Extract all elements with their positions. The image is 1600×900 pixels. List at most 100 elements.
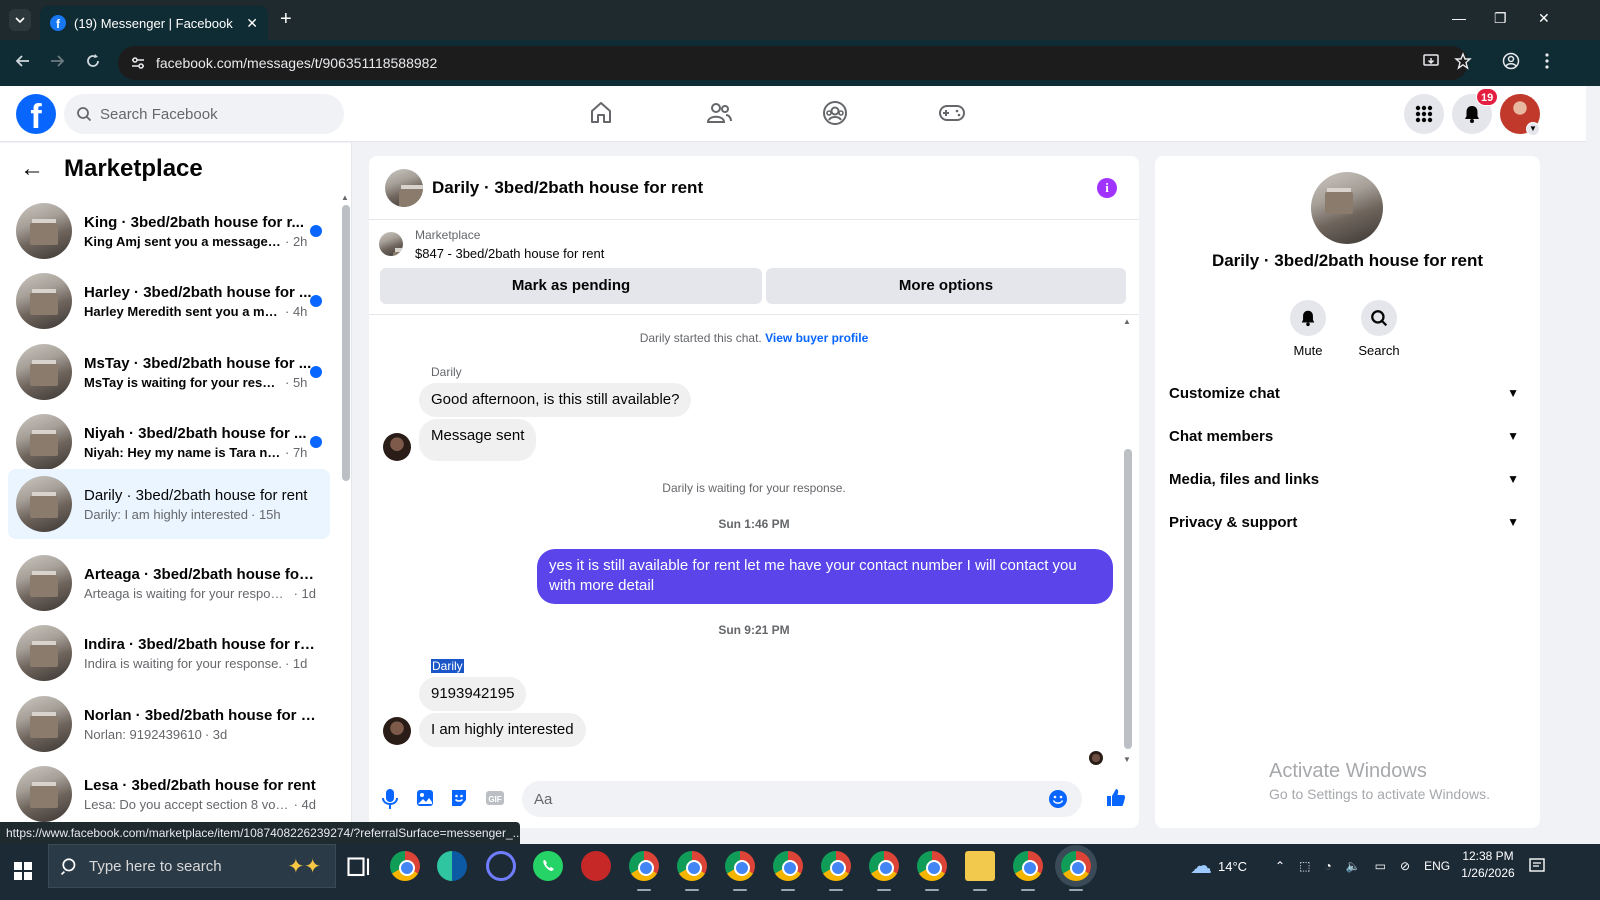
battery-icon[interactable]: ▭ [1375, 859, 1386, 873]
chrome-window-icon[interactable] [773, 851, 803, 891]
site-settings-icon[interactable] [130, 55, 146, 71]
sender-avatar[interactable] [383, 717, 411, 745]
back-arrow-icon[interactable] [14, 52, 32, 70]
thumbs-up-icon[interactable] [1105, 786, 1127, 808]
edge-icon[interactable] [437, 851, 467, 881]
scroll-down-arrow-icon[interactable]: ▼ [1123, 755, 1131, 764]
notification-center-icon[interactable] [1528, 857, 1546, 875]
temperature[interactable]: 14°C [1218, 859, 1247, 874]
forward-arrow-icon[interactable] [48, 52, 66, 70]
chat-members-section[interactable]: Chat members ▼ [1169, 418, 1525, 454]
install-app-icon[interactable] [1422, 52, 1440, 70]
facebook-search-input[interactable] [100, 105, 320, 123]
friends-icon[interactable] [706, 100, 732, 126]
facebook-search[interactable] [64, 94, 344, 134]
chrome-window-icon[interactable] [869, 851, 899, 891]
profile-icon[interactable] [1502, 52, 1520, 70]
conversation-item[interactable]: Lesa · 3bed/2bath house for rent Lesa: D… [8, 759, 330, 829]
conversation-item-active[interactable]: Darily · 3bed/2bath house for rent Daril… [8, 469, 330, 539]
chrome-window-icon[interactable] [725, 851, 755, 891]
outgoing-message[interactable]: yes it is still available for rent let m… [537, 549, 1113, 604]
weather-cloud-icon[interactable]: ☁ [1190, 853, 1212, 879]
mute-button[interactable]: Mute [1273, 300, 1343, 358]
marketplace-listing-card[interactable]: Marketplace $847 - 3bed/2bath house for … [379, 228, 604, 261]
chrome-profile-icon[interactable] [390, 851, 420, 881]
gaming-icon[interactable] [938, 100, 966, 126]
chrome-window-icon[interactable] [917, 851, 947, 891]
browser-tab-messenger[interactable]: f (19) Messenger | Facebook ✕ [40, 6, 268, 40]
sidebar-scrollbar[interactable] [342, 205, 350, 481]
show-hidden-icons-icon[interactable]: ⌃ [1275, 859, 1285, 873]
incoming-message[interactable]: 9193942195 [419, 677, 527, 711]
bookmark-star-icon[interactable] [1454, 52, 1472, 70]
sender-avatar[interactable] [383, 433, 411, 461]
chat-info-avatar[interactable] [1311, 172, 1383, 244]
search-in-chat-button[interactable]: Search [1344, 300, 1414, 358]
incoming-message[interactable]: Good afternoon, is this still available? [419, 383, 692, 417]
conversation-item[interactable]: MsTay · 3bed/2bath house for ... MsTay i… [8, 337, 330, 407]
network-icon[interactable]: ◔ [1324, 859, 1331, 873]
windows-start-icon[interactable] [14, 862, 32, 880]
wpm-app-icon[interactable] [581, 851, 611, 881]
conversation-item[interactable]: Indira · 3bed/2bath house for rent Indir… [8, 618, 330, 688]
chrome-window-icon[interactable] [629, 851, 659, 891]
tab-search-button[interactable] [9, 9, 31, 31]
gif-icon[interactable]: GIF [485, 788, 505, 808]
photo-icon[interactable] [415, 788, 435, 808]
browser-menu-icon[interactable] [1540, 52, 1554, 70]
chat-title[interactable]: Darily · 3bed/2bath house for rent [432, 178, 703, 198]
whatsapp-icon[interactable] [533, 851, 563, 881]
chrome-window-icon[interactable] [1013, 851, 1043, 891]
facebook-logo[interactable]: f [16, 94, 56, 134]
more-options-button[interactable]: More options [766, 268, 1126, 304]
incoming-message[interactable]: I am highly interested [419, 713, 586, 747]
close-window-button[interactable]: ✕ [1538, 10, 1550, 27]
groups-icon[interactable] [822, 100, 848, 126]
page-scrollbar[interactable] [1586, 86, 1600, 844]
language-indicator[interactable]: ENG [1424, 859, 1450, 873]
view-buyer-profile-link[interactable]: View buyer profile [765, 331, 868, 345]
address-bar[interactable]: facebook.com/messages/t/906351118588982 [118, 46, 1468, 80]
microphone-icon[interactable] [381, 788, 399, 810]
chrome-window-active-icon[interactable] [1061, 851, 1091, 891]
mute-mic-icon[interactable]: ⊘ [1400, 859, 1410, 873]
chat-scrollbar[interactable] [1124, 449, 1132, 749]
minimize-button[interactable]: — [1452, 10, 1466, 26]
chrome-window-icon[interactable] [677, 851, 707, 891]
focus-app-icon[interactable] [486, 851, 516, 881]
message-input-box[interactable] [522, 781, 1082, 817]
mark-as-pending-button[interactable]: Mark as pending [380, 268, 762, 304]
home-icon[interactable] [588, 100, 614, 126]
restore-button[interactable]: ❐ [1494, 10, 1507, 27]
chat-avatar[interactable] [385, 168, 423, 207]
info-icon[interactable]: i [1097, 178, 1117, 198]
menu-grid-button[interactable] [1404, 94, 1444, 134]
conversation-item[interactable]: Niyah · 3bed/2bath house for ... Niyah: … [8, 407, 330, 477]
message-input[interactable] [534, 790, 1054, 808]
account-chevron-icon[interactable]: ▼ [1526, 122, 1540, 136]
media-files-links-section[interactable]: Media, files and links ▼ [1169, 461, 1525, 497]
file-explorer-icon[interactable] [965, 851, 995, 891]
new-tab-button[interactable]: + [280, 9, 292, 29]
close-tab-icon[interactable]: ✕ [246, 15, 258, 32]
sticker-icon[interactable] [449, 788, 469, 808]
taskbar-search[interactable]: Type here to search ✦✦ [48, 844, 336, 888]
back-arrow-icon[interactable]: ← [20, 155, 44, 183]
reload-icon[interactable] [84, 52, 102, 70]
customize-chat-section[interactable]: Customize chat ▼ [1169, 375, 1525, 411]
taskbar-clock[interactable]: 12:38 PM 1/26/2026 [1458, 848, 1518, 882]
conversation-item[interactable]: King · 3bed/2bath house for r... King Am… [8, 196, 330, 266]
chrome-window-icon[interactable] [821, 851, 851, 891]
privacy-support-section[interactable]: Privacy & support ▼ [1169, 504, 1525, 540]
emoji-icon[interactable] [1048, 789, 1068, 809]
unread-dot [310, 366, 322, 378]
meet-now-icon[interactable]: ⬚ [1299, 859, 1310, 873]
conversation-item[interactable]: Harley · 3bed/2bath house for ... Harley… [8, 266, 330, 336]
task-view-icon[interactable] [344, 851, 374, 881]
scroll-up-arrow-icon[interactable]: ▲ [1123, 317, 1131, 326]
incoming-message[interactable]: Message sent [419, 419, 537, 461]
volume-icon[interactable]: 🔈 [1346, 859, 1361, 873]
conversation-item[interactable]: Norlan · 3bed/2bath house for r... Norla… [8, 689, 330, 759]
conversation-item[interactable]: Arteaga · 3bed/2bath house for ... Artea… [8, 548, 330, 618]
scroll-up-arrow-icon[interactable]: ▲ [341, 193, 349, 202]
